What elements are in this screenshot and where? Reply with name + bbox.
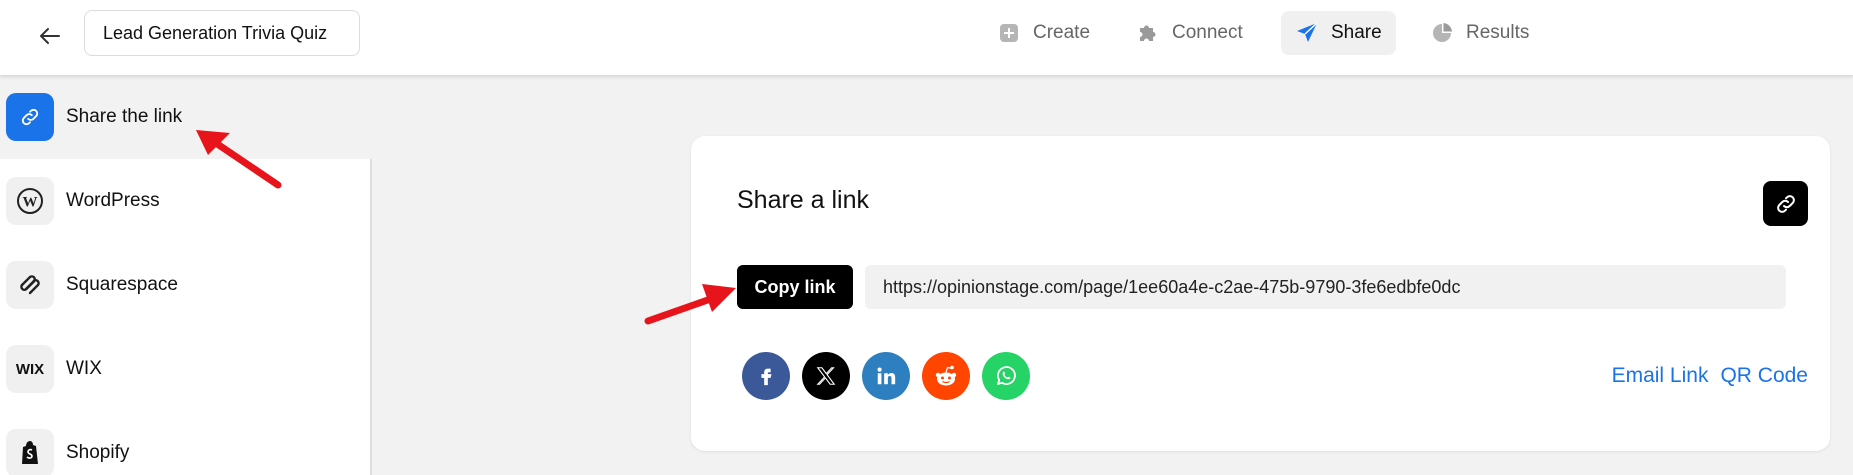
sidebar-item-label: WIX <box>66 358 102 379</box>
svg-text:W: W <box>23 195 38 211</box>
wordpress-icon: W <box>6 177 54 225</box>
link-icon <box>6 93 54 141</box>
squarespace-icon <box>6 261 54 309</box>
tab-create[interactable]: Create <box>983 11 1104 55</box>
back-arrow-icon[interactable] <box>34 20 66 52</box>
paper-plane-icon <box>1295 21 1319 45</box>
sidebar-item-squarespace[interactable]: Squarespace <box>0 243 372 327</box>
top-bar: Lead Generation Trivia Quiz Create Conne… <box>0 0 1853 75</box>
facebook-icon[interactable] <box>742 352 790 400</box>
tab-share-label: Share <box>1331 22 1382 43</box>
sidebar-item-wordpress[interactable]: W WordPress <box>0 159 372 243</box>
tab-connect[interactable]: Connect <box>1122 11 1257 55</box>
tab-share[interactable]: Share <box>1281 11 1396 55</box>
share-link-card: Share a link Copy link Email Link QR Cod… <box>691 136 1830 451</box>
x-icon[interactable] <box>802 352 850 400</box>
tab-results-label: Results <box>1466 22 1530 43</box>
sidebar-item-label: Shopify <box>66 442 130 463</box>
copy-link-button[interactable]: Copy link <box>737 265 853 309</box>
shopify-icon <box>6 429 54 475</box>
card-title: Share a link <box>737 186 870 214</box>
pie-chart-icon <box>1430 21 1454 45</box>
sidebar-item-share-link[interactable]: Share the link <box>0 75 372 159</box>
sidebar-item-label: Share the link <box>66 106 183 127</box>
linkedin-icon[interactable] <box>862 352 910 400</box>
reddit-icon[interactable] <box>922 352 970 400</box>
sidebar-item-shopify[interactable]: Shopify <box>0 411 372 475</box>
tab-create-label: Create <box>1033 22 1091 43</box>
qr-code-link[interactable]: QR Code <box>1720 364 1808 388</box>
sidebar-item-label: WordPress <box>66 190 160 211</box>
wix-icon: WIX <box>6 345 54 393</box>
plus-square-icon <box>997 21 1021 45</box>
sidebar-item-wix[interactable]: WIX WIX <box>0 327 372 411</box>
quiz-title-field[interactable]: Lead Generation Trivia Quiz <box>84 10 360 56</box>
sidebar-item-label: Squarespace <box>66 274 178 295</box>
whatsapp-icon[interactable] <box>982 352 1030 400</box>
puzzle-icon <box>1136 21 1160 45</box>
tab-results[interactable]: Results <box>1416 11 1543 55</box>
email-link[interactable]: Email Link <box>1612 364 1709 388</box>
link-icon[interactable] <box>1763 181 1808 226</box>
extra-share-links: Email Link QR Code <box>1612 364 1808 388</box>
tab-connect-label: Connect <box>1172 22 1243 43</box>
share-url-field[interactable] <box>865 265 1786 309</box>
sidebar: Share the link W WordPress Squarespace W… <box>0 75 372 475</box>
social-share-buttons <box>742 352 1030 400</box>
